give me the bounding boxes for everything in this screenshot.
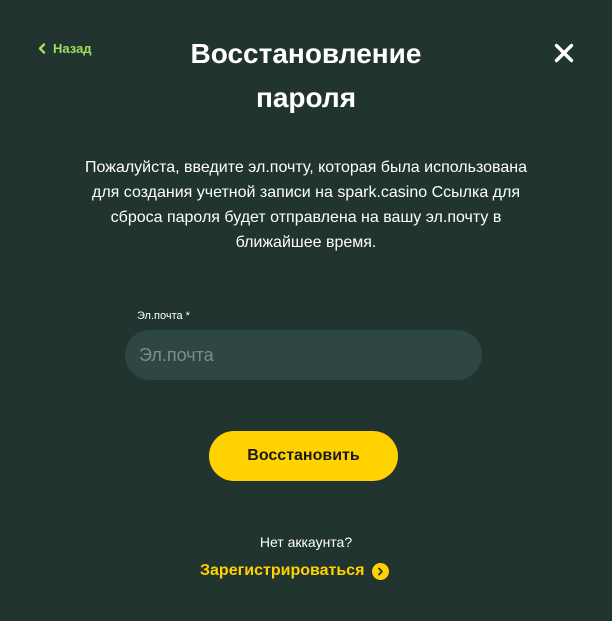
register-link[interactable]: Зарегистрироваться	[200, 562, 390, 580]
chevron-right-circle-icon	[372, 562, 390, 580]
no-account-text: Нет аккаунта?	[259, 534, 353, 550]
instructions-text: Пожалуйста, введите эл.почту, которая бы…	[85, 159, 527, 251]
close-button[interactable]	[552, 41, 576, 65]
password-recovery-modal: Назад Восстановление пароля Пожалуйста, …	[0, 0, 612, 621]
page-title: Восстановление пароля	[0, 32, 612, 120]
page-title-line-1: Восстановление	[190, 38, 422, 69]
recover-button[interactable]: Восстановить	[209, 431, 398, 481]
email-label: Эл.почта *	[137, 310, 190, 322]
email-field-group: Эл.почта *	[125, 310, 482, 380]
email-input[interactable]	[125, 330, 482, 380]
close-icon	[554, 43, 574, 63]
register-label: Зарегистрироваться	[200, 562, 365, 579]
page-title-line-2: пароля	[255, 82, 357, 113]
